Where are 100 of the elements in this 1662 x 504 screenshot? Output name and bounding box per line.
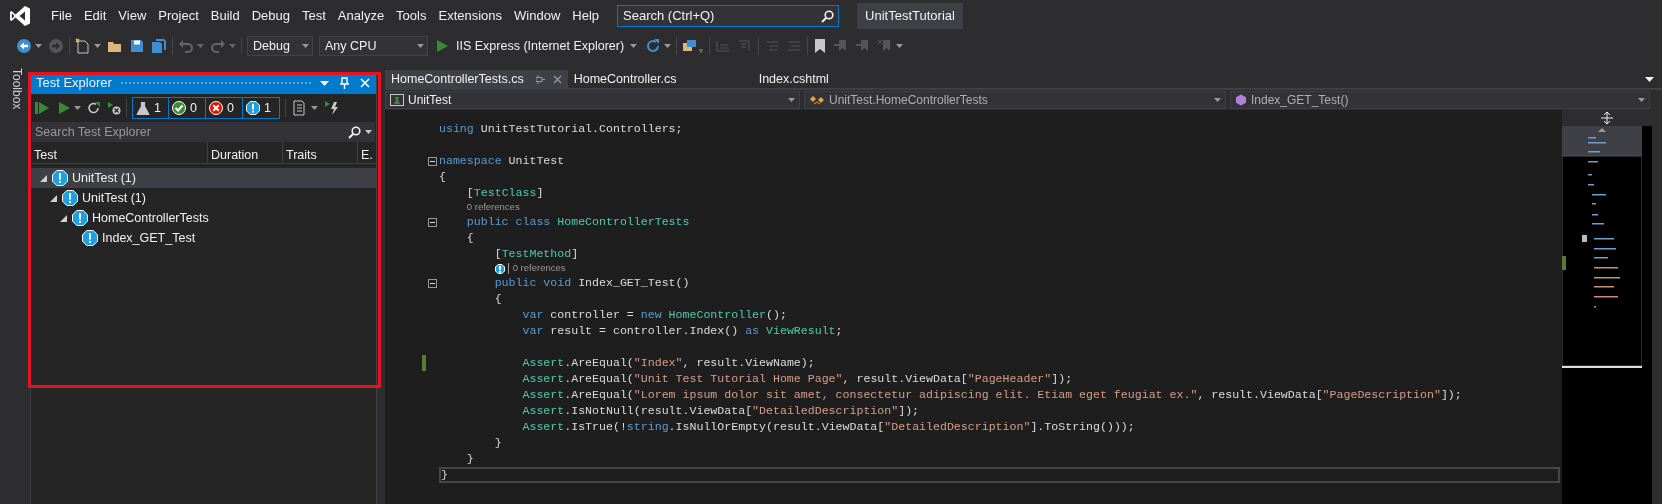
- tree-item[interactable]: UnitTest (1): [31, 168, 376, 188]
- menu-item[interactable]: Extensions: [432, 7, 509, 25]
- run-all-icon[interactable]: [35, 101, 49, 115]
- alert-icon: [82, 230, 98, 246]
- menu-item[interactable]: Window: [508, 7, 567, 25]
- caret-icon[interactable]: [788, 98, 795, 102]
- not-run-tests-filter[interactable]: 1: [243, 97, 280, 119]
- configuration-dropdown[interactable]: Debug: [247, 36, 313, 56]
- collapse-icon[interactable]: [428, 278, 437, 288]
- reference-count-link[interactable]: 0 references: [512, 261, 566, 276]
- file-tab[interactable]: Index.cshtml: [752, 70, 893, 88]
- caret-icon[interactable]: [417, 44, 424, 48]
- menu-item[interactable]: Build: [204, 7, 246, 25]
- tab-list-icon[interactable]: [1645, 77, 1654, 82]
- undo-icon[interactable]: [178, 38, 194, 54]
- platform-dropdown[interactable]: Any CPU: [319, 36, 428, 56]
- collapse-icon[interactable]: [428, 156, 437, 166]
- pin-icon[interactable]: [535, 74, 545, 84]
- search-icon: [821, 9, 835, 23]
- menu-item[interactable]: Tools: [390, 7, 433, 25]
- code-line: public void Index_GET_Test(): [494, 275, 690, 291]
- caret-icon[interactable]: [302, 44, 309, 48]
- menu-item[interactable]: Analyze: [331, 7, 391, 25]
- passed-tests-filter[interactable]: 0: [169, 97, 206, 119]
- expanded-arrow-icon[interactable]: [59, 214, 67, 222]
- menu-item[interactable]: Help: [566, 7, 606, 25]
- code-line: }: [494, 435, 502, 451]
- column-header[interactable]: Duration: [208, 142, 283, 164]
- save-all-icon[interactable]: [151, 38, 167, 54]
- playlist-icon[interactable]: [291, 100, 307, 116]
- navigation-dropdown[interactable]: UnitTest.HomeControllerTests: [804, 91, 1226, 109]
- dropdown-icon[interactable]: [320, 80, 329, 86]
- code-line: public class HomeControllerTests: [466, 214, 690, 230]
- reference-count-link[interactable]: 0 references: [466, 200, 520, 215]
- menu-item[interactable]: Test: [296, 7, 332, 25]
- navigation-dropdown[interactable]: Index_GET_Test(): [1230, 91, 1650, 109]
- caret-icon[interactable]: [1214, 98, 1221, 102]
- toolbox-tab[interactable]: Toolbox: [8, 68, 26, 110]
- search-input[interactable]: Search (Ctrl+Q): [623, 6, 822, 26]
- code-line: {: [494, 291, 502, 307]
- browser-link-icon[interactable]: [682, 38, 705, 54]
- tree-item[interactable]: HomeControllerTests: [31, 208, 376, 228]
- navigation-dropdown[interactable]: UnitTest: [385, 91, 800, 109]
- run-after-build-icon[interactable]: [324, 100, 340, 116]
- caret-icon[interactable]: [1638, 98, 1645, 102]
- scroll-track[interactable]: [1652, 110, 1662, 504]
- tree-item[interactable]: Index_GET_Test: [31, 228, 376, 248]
- alert-icon: [494, 263, 505, 274]
- expanded-arrow-icon[interactable]: [39, 174, 47, 182]
- column-header[interactable]: Test: [31, 142, 208, 164]
- bookmark-icon[interactable]: [813, 38, 828, 54]
- code-line: Assert.AreEqual("Lorem ipsum dolor sit amet, consectetur adipiscing elit. Etiam eget feugiat ex.", result.ViewData["PageDescription"]);: [522, 387, 1462, 403]
- run-button[interactable]: IIS Express (Internet Explorer): [434, 35, 628, 57]
- split-handle-icon[interactable]: [1601, 112, 1613, 124]
- caret-icon[interactable]: [74, 106, 81, 110]
- caret-icon[interactable]: [896, 44, 904, 48]
- save-icon[interactable]: [129, 38, 145, 54]
- refresh-icon[interactable]: [645, 38, 662, 54]
- failed-tests-filter[interactable]: 0: [206, 97, 243, 119]
- file-tab[interactable]: HomeControllerTests.cs: [385, 70, 568, 88]
- file-tab[interactable]: HomeController.cs: [567, 70, 753, 88]
- tree-item[interactable]: UnitTest (1): [31, 188, 376, 208]
- expanded-arrow-icon[interactable]: [49, 194, 57, 202]
- play-icon[interactable]: [59, 101, 70, 115]
- search-bar[interactable]: Search (Ctrl+Q): [617, 5, 840, 27]
- column-header[interactable]: Traits: [283, 142, 358, 164]
- menu-item[interactable]: File: [45, 7, 78, 25]
- column-header[interactable]: E.: [358, 142, 375, 164]
- cancel-run-icon[interactable]: [107, 101, 121, 115]
- caret-icon[interactable]: [365, 130, 372, 134]
- code-line: var result = controller.Index() as ViewResult;: [522, 323, 843, 339]
- code-line: }: [466, 451, 474, 467]
- total-tests-filter[interactable]: 1: [132, 97, 169, 119]
- refresh-icon[interactable]: [87, 101, 101, 115]
- new-project-icon[interactable]: [75, 38, 91, 54]
- menu-item[interactable]: View: [112, 7, 153, 25]
- caret-icon[interactable]: [630, 44, 638, 48]
- caret-icon[interactable]: [35, 44, 42, 48]
- code-line: {: [466, 230, 474, 246]
- logo-icon: [9, 5, 31, 27]
- redo-icon[interactable]: [210, 38, 226, 54]
- collapse-icon[interactable]: [428, 217, 437, 227]
- project-icon: [390, 94, 404, 106]
- flask-icon: [136, 101, 150, 115]
- code-line: Assert.IsTrue(!string.IsNullOrEmpty(result.ViewData["DetailedDescription"].ToString()));: [522, 419, 1135, 435]
- caret-icon[interactable]: [311, 106, 318, 110]
- code-line: [TestClass]: [466, 185, 544, 201]
- alert-icon: [72, 210, 88, 226]
- menu-item[interactable]: Project: [152, 7, 205, 25]
- menu-item[interactable]: Edit: [77, 7, 113, 25]
- search-icon[interactable]: [348, 125, 361, 139]
- close-icon[interactable]: [552, 74, 562, 84]
- solution-title: UnitTestTutorial: [857, 3, 963, 29]
- code-line: Assert.AreEqual("Index", result.ViewName);: [522, 355, 815, 371]
- check-circle-icon: [172, 101, 186, 115]
- caret-icon[interactable]: [664, 44, 672, 48]
- menu-item[interactable]: Debug: [245, 7, 296, 25]
- caret-icon[interactable]: [94, 44, 101, 48]
- play-icon: [437, 40, 448, 52]
- code-line: {: [439, 169, 446, 185]
